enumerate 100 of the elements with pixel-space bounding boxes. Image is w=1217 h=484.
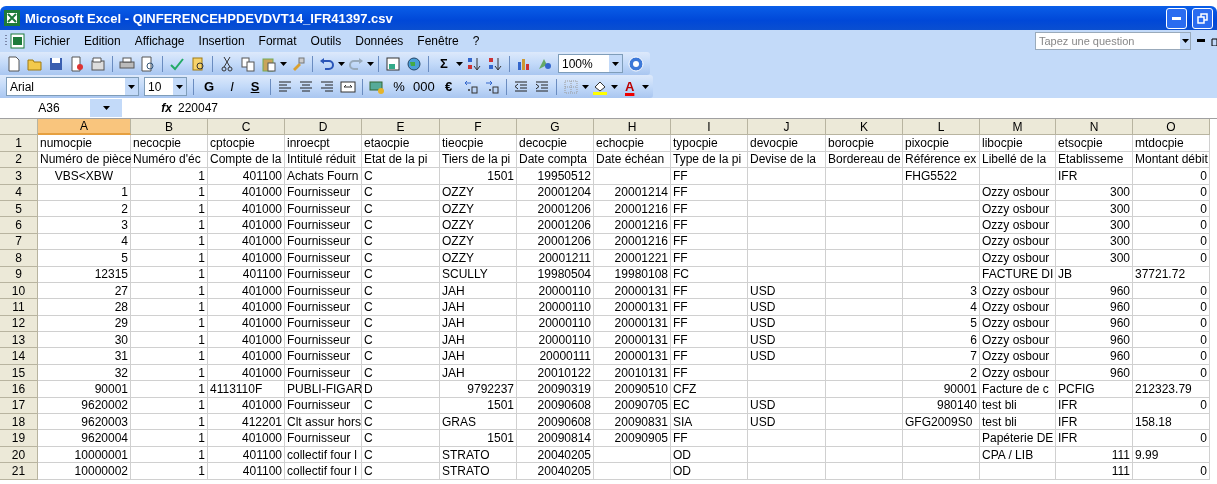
column-header[interactable]: C [208, 119, 285, 136]
column-header[interactable]: E [362, 119, 440, 136]
table-cell: Fournisseur [285, 397, 362, 415]
name-box-dropdown[interactable] [90, 99, 122, 117]
column-header[interactable]: D [285, 119, 362, 136]
table-cell: 960 [1056, 299, 1133, 316]
table-cell: 30 [38, 332, 131, 349]
table-cell: 412201 [208, 414, 285, 431]
table-cell: FF [671, 282, 748, 300]
table-cell: 300 [1056, 217, 1133, 234]
column-header[interactable]: I [671, 119, 748, 136]
menu-item[interactable]: Outils [304, 32, 348, 50]
table-cell: 9.99 [1133, 446, 1210, 464]
restore-button[interactable] [1192, 7, 1213, 29]
table-cell: 20090814 [517, 430, 594, 447]
column-header[interactable]: J [748, 119, 826, 136]
table-cell: 20000131 [594, 332, 671, 349]
table-cell: Ozzy osbour [980, 332, 1056, 349]
table-cell: Numéro de pièce [38, 151, 131, 169]
menu-item[interactable]: Affichage [128, 32, 191, 50]
menu-item[interactable]: ? [466, 32, 486, 50]
restore-icon[interactable] [1211, 36, 1217, 46]
help-icon[interactable] [626, 53, 646, 74]
column-header[interactable]: N [1056, 119, 1133, 136]
table-cell: IFR [1056, 168, 1133, 185]
table-cell: 401100 [208, 446, 285, 464]
autosum-button[interactable]: Σ [433, 53, 455, 74]
column-header[interactable]: A [38, 119, 131, 136]
table-cell: 300 [1056, 250, 1133, 267]
minimize-button[interactable] [1166, 7, 1187, 29]
thousands-button[interactable]: 000 [411, 76, 437, 97]
function-label[interactable]: fx [122, 101, 178, 115]
row-header[interactable]: 16 [0, 381, 38, 398]
document-menu-icon[interactable] [4, 33, 26, 49]
euro-button[interactable]: € [437, 76, 460, 97]
column-header[interactable]: F [440, 119, 517, 136]
dropdown-caret-icon[interactable] [581, 84, 589, 89]
percent-button[interactable]: % [388, 76, 410, 97]
underline-button[interactable]: S [244, 76, 266, 97]
table-cell: 20090705 [594, 397, 671, 415]
minimize-icon[interactable] [1197, 39, 1205, 43]
row-header[interactable]: 19 [0, 430, 38, 447]
table-cell: FF [671, 430, 748, 447]
font-size-dropdown[interactable]: 10 [144, 77, 187, 96]
bold-button[interactable]: G [198, 76, 220, 97]
table-cell: 1501 [440, 430, 517, 447]
font-color-button[interactable]: A [618, 76, 641, 97]
table-cell: Fournisseur [285, 282, 362, 300]
table-cell: 19980504 [517, 266, 594, 283]
dropdown-caret-icon[interactable] [367, 61, 374, 66]
font-dropdown[interactable]: Arial [6, 77, 139, 96]
table-cell: 1 [131, 266, 208, 283]
row-header[interactable]: 1 [0, 135, 38, 152]
menu-item[interactable]: Edition [78, 32, 127, 50]
dropdown-caret-icon[interactable] [280, 61, 287, 66]
help-search-field[interactable]: Tapez une question [1035, 32, 1191, 50]
name-box[interactable]: A36 [4, 101, 90, 115]
column-header[interactable]: K [826, 119, 903, 136]
dropdown-caret-icon[interactable] [338, 61, 345, 66]
row-header[interactable]: 6 [0, 217, 38, 234]
table-cell: C [362, 282, 440, 300]
row-header[interactable]: 21 [0, 463, 38, 480]
table-cell: 20090608 [517, 397, 594, 415]
menu-item[interactable]: Insertion [192, 32, 251, 50]
table-cell: Bordereau de [826, 151, 903, 169]
column-header[interactable]: O [1133, 119, 1210, 136]
table-cell: Etat de la pi [362, 151, 440, 169]
column-header[interactable]: H [594, 119, 671, 136]
table-cell: 3 [903, 282, 980, 300]
row-header[interactable]: 13 [0, 332, 38, 349]
menu-item[interactable]: Fenêtre [411, 32, 465, 50]
table-cell: libocpie [980, 135, 1056, 152]
row-header[interactable]: 11 [0, 299, 38, 316]
row-header[interactable]: 8 [0, 250, 38, 267]
column-header[interactable]: M [980, 119, 1056, 136]
italic-button[interactable]: I [221, 76, 243, 97]
table-cell: Fournisseur [285, 348, 362, 365]
window-title: Microsoft Excel - QINFERENCEHPDEVDVT14_IFR41397.csv [25, 10, 393, 26]
zoom-dropdown[interactable]: 100% [558, 54, 623, 73]
table-cell: USD [748, 315, 826, 333]
menu-item[interactable]: Données [349, 32, 410, 50]
menu-item[interactable]: Format [252, 32, 303, 50]
dropdown-caret-icon[interactable] [610, 84, 618, 89]
dropdown-caret-icon[interactable] [456, 61, 463, 66]
table-cell: 0 [1133, 184, 1210, 201]
caret-icon [1181, 39, 1189, 43]
table-cell: Type de la pi [671, 151, 748, 169]
column-header[interactable]: L [903, 119, 980, 136]
column-header[interactable]: G [517, 119, 594, 136]
column-header[interactable]: B [131, 119, 208, 136]
formula-field[interactable]: 220047 [178, 101, 219, 115]
row-header[interactable]: 18 [0, 414, 38, 431]
row-header[interactable]: 3 [0, 168, 38, 185]
dropdown-caret-icon[interactable] [641, 84, 649, 89]
table-cell: 9792237 [440, 381, 517, 398]
row-header[interactable]: 14 [0, 348, 38, 365]
table-cell: 111 [1056, 463, 1133, 480]
table-cell: borocpie [826, 135, 903, 152]
menu-item[interactable]: Fichier [28, 32, 76, 50]
table-cell: C [362, 200, 440, 218]
